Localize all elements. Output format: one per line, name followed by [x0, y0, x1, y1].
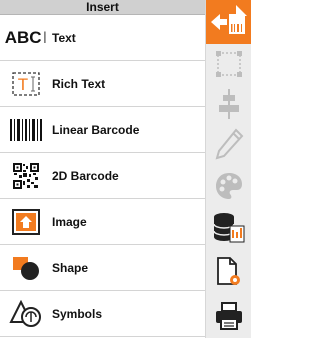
- sidebar-item-insert[interactable]: [206, 0, 251, 44]
- linear-barcode-icon: [0, 107, 52, 152]
- tool-sidebar: [205, 0, 251, 338]
- insert-linear-barcode-item[interactable]: Linear Barcode: [0, 107, 205, 153]
- insert-image-label: Image: [52, 214, 87, 229]
- shape-icon: [0, 245, 52, 290]
- sidebar-item-color[interactable]: [206, 166, 251, 206]
- insert-rich-text-label: Rich Text: [52, 76, 106, 91]
- sidebar-item-page-settings[interactable]: [206, 252, 251, 292]
- text-icon: ABC I: [4, 27, 48, 47]
- insert-shape-label: Shape: [52, 260, 89, 275]
- insert-text-item[interactable]: ABC I Text: [0, 15, 205, 61]
- pencil-icon: [215, 128, 243, 160]
- image-icon: [0, 199, 52, 244]
- insert-linear-barcode-label: Linear Barcode: [52, 122, 140, 137]
- sidebar-item-align[interactable]: [206, 84, 251, 124]
- insert-panel: Insert ABC I Text T Rich Text Linear Bar…: [0, 0, 205, 338]
- panel-header: Insert: [0, 0, 205, 15]
- insert-rich-text-item[interactable]: T Rich Text: [0, 61, 205, 107]
- insert-shape-item[interactable]: Shape: [0, 245, 205, 291]
- sidebar-item-select-area[interactable]: [206, 44, 251, 84]
- align-icon: [218, 89, 239, 119]
- qr-code-icon: [0, 153, 52, 198]
- sidebar-item-print[interactable]: [206, 296, 251, 336]
- insert-image-item[interactable]: Image: [0, 199, 205, 245]
- insert-2d-barcode-item[interactable]: 2D Barcode: [0, 153, 205, 199]
- palette-icon: [215, 173, 242, 199]
- select-area-icon: [215, 51, 242, 77]
- symbols-icon: [0, 291, 52, 336]
- database-icon: [212, 213, 244, 243]
- sidebar-item-database[interactable]: [206, 208, 251, 248]
- insert-symbols-label: Symbols: [52, 306, 103, 321]
- insert-icon: [210, 5, 247, 34]
- svg-text:T: T: [18, 75, 28, 94]
- page-settings-icon: [216, 257, 240, 285]
- insert-text-label: Text: [52, 30, 76, 45]
- rich-text-icon: T: [0, 61, 52, 106]
- insert-symbols-item[interactable]: Symbols: [0, 291, 205, 337]
- sidebar-item-edit[interactable]: [206, 124, 251, 164]
- insert-2d-barcode-label: 2D Barcode: [52, 168, 119, 183]
- printer-icon: [215, 302, 242, 330]
